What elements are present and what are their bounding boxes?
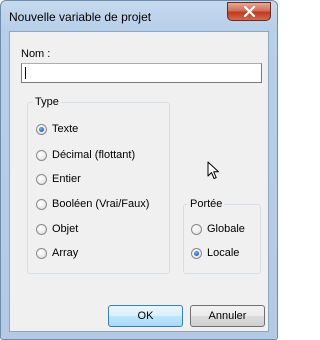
text-caret (25, 67, 26, 79)
scope-groupbox (183, 204, 261, 274)
scope-option-label: Globale (207, 223, 245, 235)
radio-button[interactable] (36, 150, 47, 161)
title-bar[interactable]: Nouvelle variable de projet (1, 1, 277, 31)
cancel-button[interactable]: Annuler (190, 305, 265, 327)
type-groupbox (27, 102, 170, 274)
type-option-label: Texte (52, 123, 79, 135)
close-icon (243, 6, 256, 17)
type-group-title: Type (33, 96, 61, 108)
ok-button[interactable]: OK (108, 305, 183, 327)
name-input[interactable] (21, 63, 262, 83)
type-option-label: Objet (52, 223, 79, 235)
radio-button-selected[interactable] (191, 248, 202, 259)
dialog-window: Nouvelle variable de projet Nom : Type T… (0, 0, 278, 340)
radio-button[interactable] (191, 224, 202, 235)
dialog-title: Nouvelle variable de projet (9, 10, 152, 24)
scope-option-label: Locale (207, 247, 240, 259)
type-option-label: Entier (52, 173, 81, 185)
scope-group-title: Portée (188, 198, 225, 210)
radio-button[interactable] (36, 224, 47, 235)
radio-button-selected[interactable] (36, 124, 47, 135)
close-button[interactable] (227, 2, 271, 21)
name-label: Nom : (21, 48, 51, 60)
radio-button[interactable] (36, 199, 47, 210)
type-option-label: Décimal (flottant) (52, 149, 136, 161)
type-option-label: Booléen (Vrai/Faux) (52, 198, 150, 210)
mouse-pointer-icon (207, 161, 219, 179)
radio-button[interactable] (36, 174, 47, 185)
radio-button[interactable] (36, 248, 47, 259)
type-option-label: Array (52, 247, 79, 259)
